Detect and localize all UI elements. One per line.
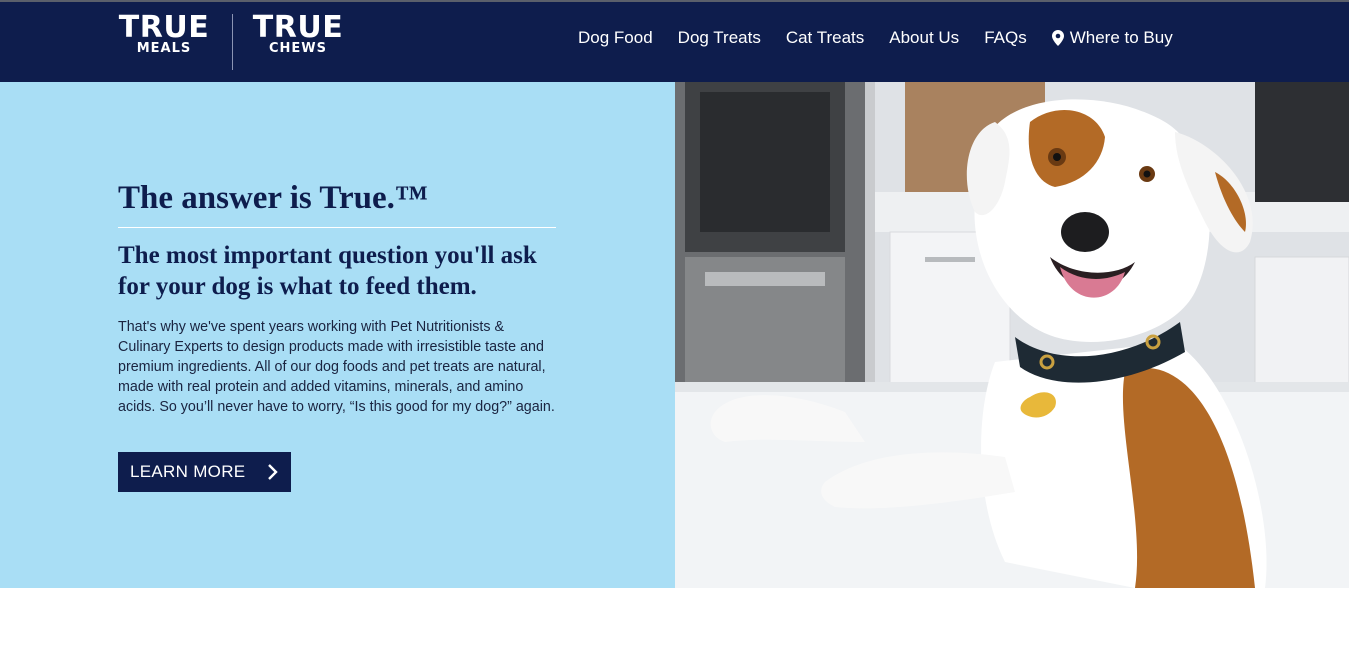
logo-chews-word: TRUE bbox=[252, 10, 344, 45]
nav-about-us[interactable]: About Us bbox=[889, 28, 959, 48]
true-meals-logo[interactable]: TRUE MEALS bbox=[113, 10, 215, 56]
map-pin-icon bbox=[1051, 30, 1064, 46]
nav-where-to-buy-label: Where to Buy bbox=[1069, 28, 1173, 47]
learn-more-button[interactable]: LEARN MORE bbox=[118, 452, 291, 492]
hero-divider bbox=[118, 227, 556, 228]
dog-illustration bbox=[675, 82, 1349, 588]
chevron-right-icon bbox=[268, 464, 278, 480]
nav-cat-treats[interactable]: Cat Treats bbox=[786, 28, 864, 48]
nav-dog-treats[interactable]: Dog Treats bbox=[678, 28, 761, 48]
dog-photo bbox=[675, 82, 1349, 588]
main-nav: Dog Food Dog Treats Cat Treats About Us … bbox=[578, 26, 1173, 50]
logo-divider bbox=[232, 14, 233, 70]
hero-subtitle: The most important question you'll ask f… bbox=[118, 242, 537, 300]
learn-more-label: LEARN MORE bbox=[130, 462, 246, 481]
hero-title: The answer is True.™ bbox=[118, 180, 428, 216]
hero-body-text: That's why we've spent years working wit… bbox=[118, 319, 555, 415]
true-chews-logo[interactable]: TRUE CHEWS bbox=[247, 10, 349, 56]
nav-faqs[interactable]: FAQs bbox=[984, 28, 1027, 48]
site-header: TRUE MEALS TRUE CHEWS Dog Food Dog Treat… bbox=[0, 2, 1349, 82]
nav-where-to-buy[interactable]: Where to Buy bbox=[1051, 28, 1173, 48]
nav-dog-food[interactable]: Dog Food bbox=[578, 28, 653, 48]
logo-meals-word: TRUE bbox=[118, 10, 210, 45]
